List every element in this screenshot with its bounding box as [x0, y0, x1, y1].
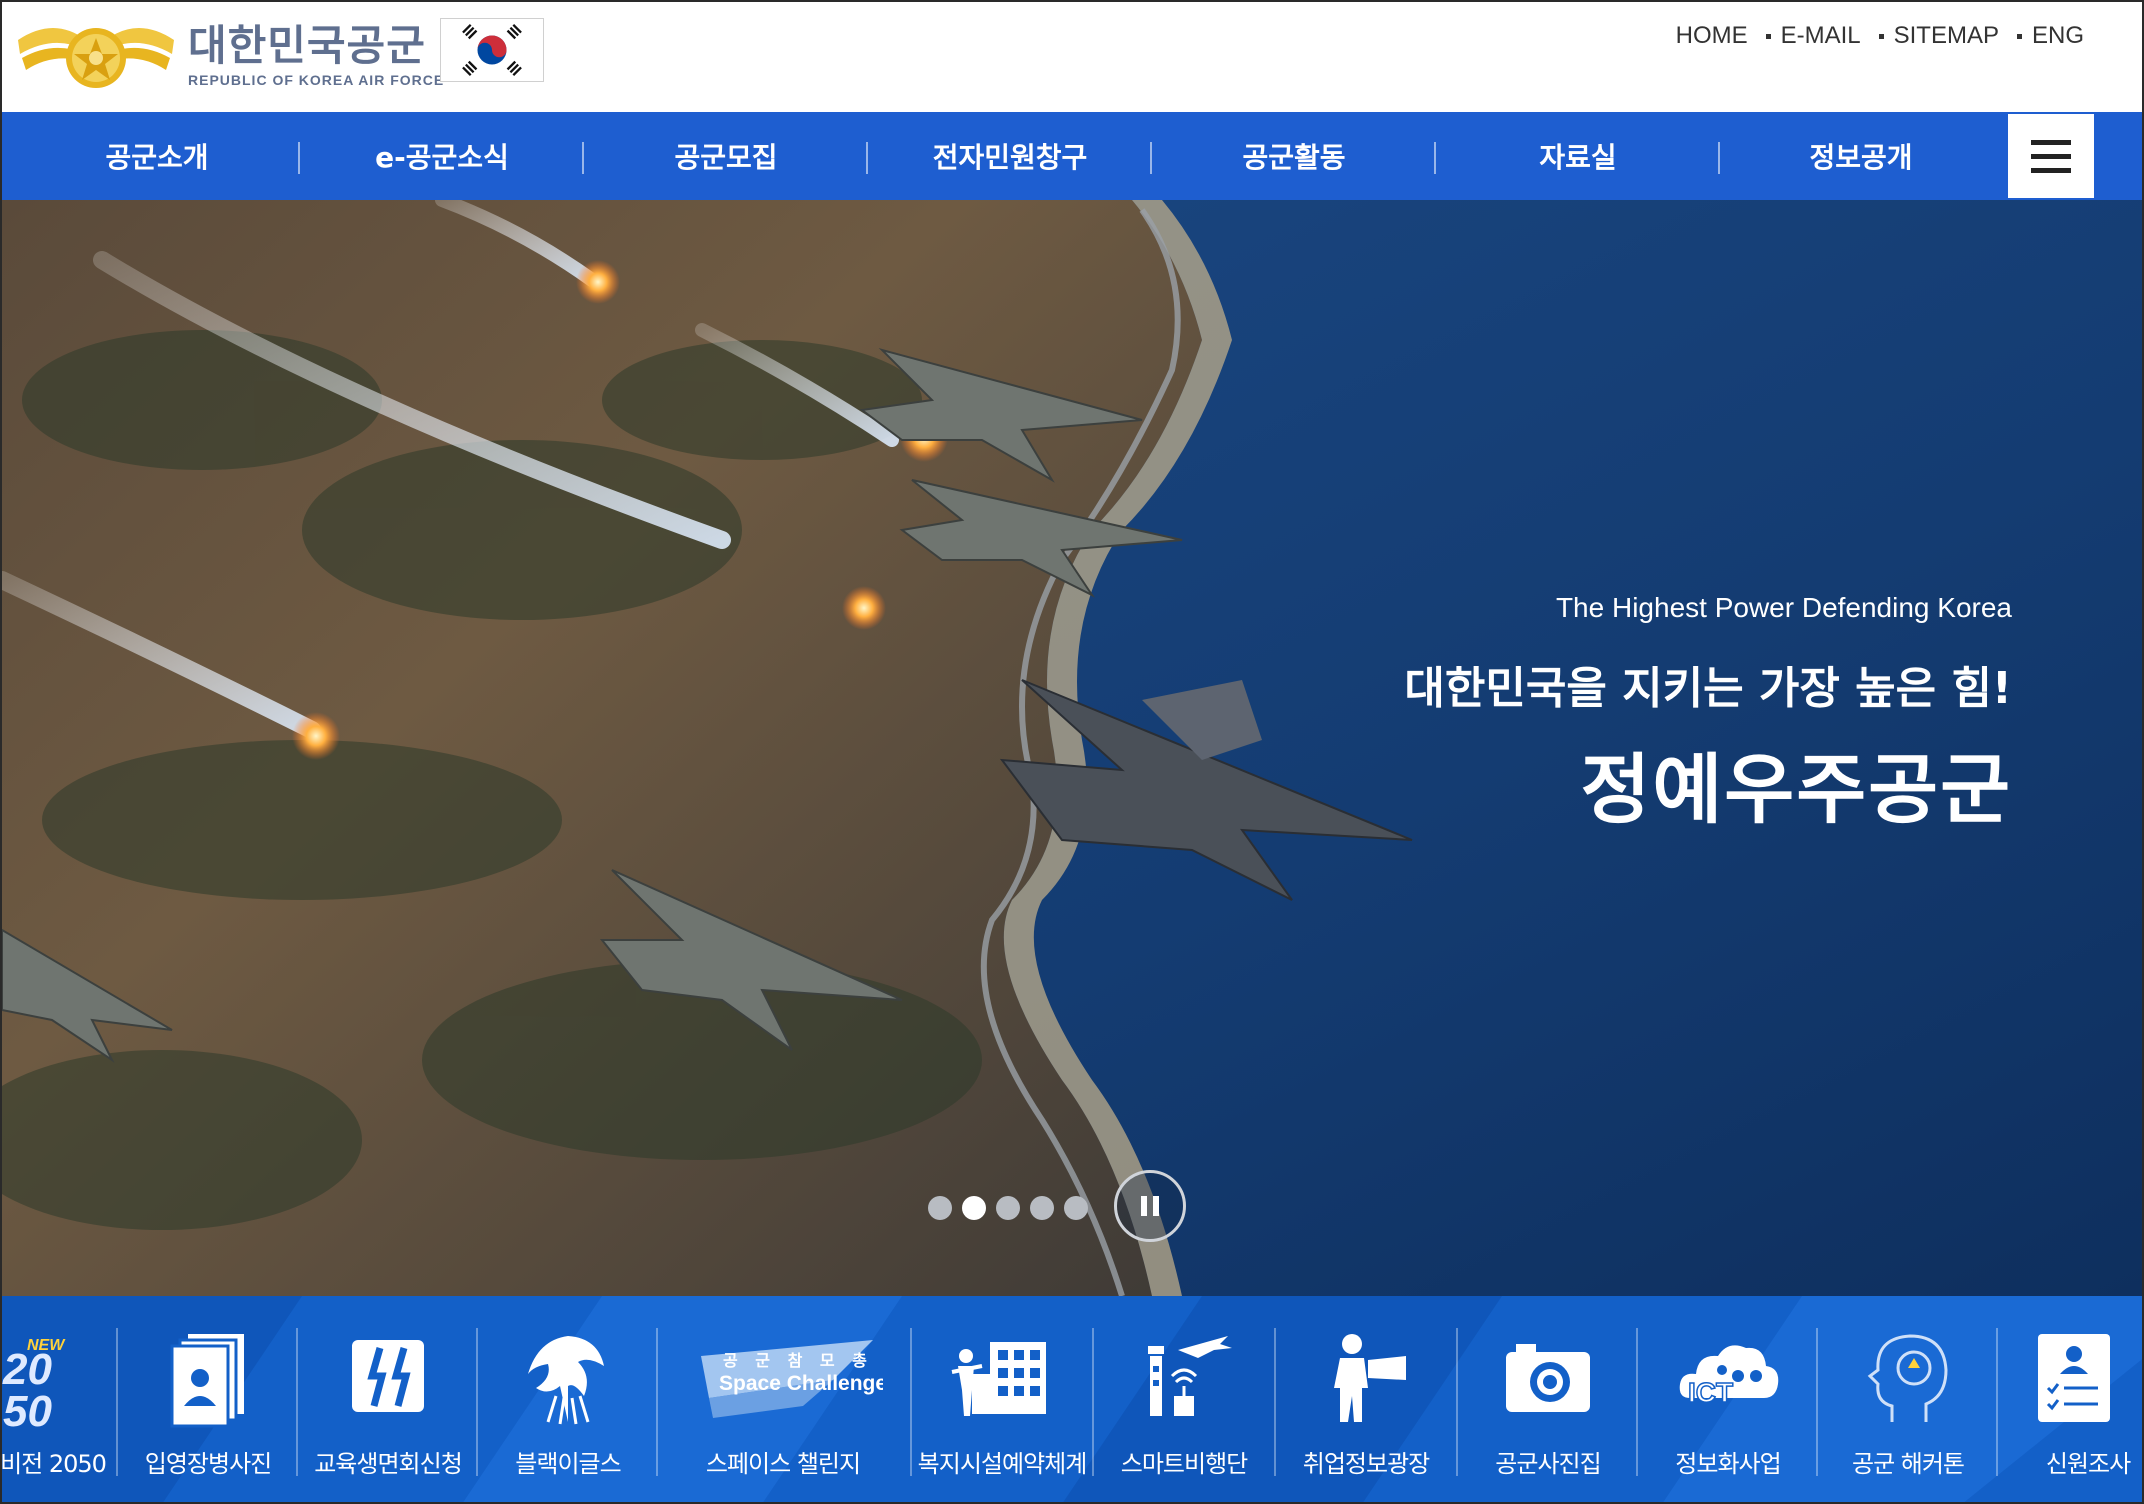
job-info-icon: [1334, 1334, 1406, 1422]
quick-label: 정보화사업: [1675, 1450, 1781, 1478]
separator-square: [1878, 33, 1884, 39]
quick-label: 스페이스 챌린지: [705, 1450, 861, 1478]
separator-square: [1765, 33, 1771, 39]
black-eagles-icon: [528, 1336, 604, 1425]
sitemap-link[interactable]: SITEMAP: [1894, 22, 1999, 50]
vision-number-bottom: 50: [3, 1387, 52, 1430]
hero-title-line2: 정예우주공군: [1580, 745, 2012, 834]
slide-dot-active[interactable]: [962, 1196, 986, 1220]
vision-2050-icon: NEW 20 50: [2, 1337, 66, 1430]
welfare-facility-icon: [951, 1342, 1046, 1416]
quick-item-informatization[interactable]: ICT 정보화사업: [1638, 1326, 1818, 1494]
quick-label: 취업정보광장: [1302, 1450, 1430, 1478]
space-challenge-icon: 공 군 참 모 총 장 배 Space Challenge: [701, 1340, 883, 1418]
nav-item-archive[interactable]: 자료실: [1436, 112, 1720, 200]
slide-dot[interactable]: [1064, 1196, 1088, 1220]
nav-item-about[interactable]: 공군소개: [12, 112, 302, 200]
slide-indicators: [928, 1196, 1088, 1220]
quick-item-visit-request[interactable]: 교육생면회신청: [298, 1326, 478, 1494]
separator-square: [2016, 33, 2022, 39]
hero-title-line1: 대한민국을 지키는 가장 높은 힘!: [1404, 663, 2012, 714]
nav-item-disclosure[interactable]: 정보공개: [1720, 112, 2002, 200]
ict-cloud-icon: ICT: [1679, 1345, 1779, 1409]
quick-item-photo-book[interactable]: 공군사진집: [1458, 1326, 1638, 1494]
slide-dot[interactable]: [1030, 1196, 1054, 1220]
brand-name-korean: 대한민국공군: [188, 21, 426, 70]
hamburger-menu-icon: [2031, 139, 2071, 145]
air-force-emblem-logo[interactable]: [14, 10, 178, 98]
quick-label: 교육생면회신청: [314, 1450, 463, 1478]
korean-flag-icon: [440, 18, 544, 82]
soldier-photo-icon: [170, 1334, 244, 1428]
quick-item-vision-2050[interactable]: NEW 20 50 비전 2050: [0, 1326, 118, 1494]
brand-title[interactable]: 대한민국공군 REPUBLIC OF KOREA AIR FORCE: [188, 21, 445, 89]
hero-slider: The Highest Power Defending Korea 대한민국을 …: [0, 200, 2144, 1296]
brand-name-english: REPUBLIC OF KOREA AIR FORCE: [188, 72, 445, 88]
quick-item-space-challenge[interactable]: 공 군 참 모 총 장 배 Space Challenge 스페이스 챌린지: [658, 1326, 908, 1494]
quick-item-black-eagles[interactable]: 블랙이글스: [478, 1326, 658, 1494]
quick-label: 스마트비행단: [1120, 1450, 1248, 1478]
email-link[interactable]: E-MAIL: [1781, 22, 1861, 50]
quick-label: 공군 해커톤: [1851, 1450, 1965, 1478]
ict-text: ICT: [1688, 1377, 1733, 1408]
quick-item-soldier-photo[interactable]: 입영장병사진: [118, 1326, 298, 1494]
hamburger-menu-button[interactable]: [2008, 114, 2094, 198]
quick-label: 블랙이글스: [515, 1450, 621, 1478]
pause-icon: [1141, 1196, 1147, 1216]
utility-links: HOME E-MAIL SITEMAP ENG: [1676, 22, 2084, 50]
quick-item-job-info[interactable]: 취업정보광장: [1276, 1326, 1456, 1494]
camera-icon: [1506, 1344, 1590, 1412]
space-banner-bottom-text: Space Challenge: [719, 1372, 883, 1395]
quick-item-welfare-facility[interactable]: 복지시설예약체계: [912, 1326, 1092, 1494]
english-link[interactable]: ENG: [2032, 22, 2084, 50]
home-link[interactable]: HOME: [1676, 22, 1748, 50]
quick-label: 비전 2050: [0, 1450, 107, 1478]
slide-dot[interactable]: [928, 1196, 952, 1220]
quick-item-smart-wing[interactable]: 스마트비행단: [1094, 1326, 1274, 1494]
nav-item-civil-service[interactable]: 전자민원창구: [868, 112, 1152, 200]
quick-label: 공군사진집: [1495, 1450, 1601, 1478]
identity-check-icon: [2038, 1334, 2110, 1422]
quick-item-hackathon[interactable]: 공군 해커톤: [1818, 1326, 1998, 1494]
nav-item-recruit[interactable]: 공군모집: [584, 112, 868, 200]
slide-dot[interactable]: [996, 1196, 1020, 1220]
slider-pause-button[interactable]: [1114, 1170, 1186, 1242]
quick-label: 복지시설예약체계: [917, 1450, 1088, 1478]
space-banner-top-text: 공 군 참 모 총 장 배: [723, 1351, 883, 1370]
hero-subtitle: The Highest Power Defending Korea: [1555, 592, 2012, 623]
smart-wing-icon: [1148, 1336, 1232, 1416]
quick-item-identity-check[interactable]: 신원조사: [1998, 1326, 2142, 1494]
hackathon-head-icon: [1867, 1334, 1948, 1422]
quick-label: 신원조사: [2045, 1450, 2131, 1478]
main-navigation: 공군소개 e-공군소식 공군모집 전자민원창구 공군활동 자료실 정보공개: [0, 112, 2144, 200]
quick-label: 입영장병사진: [144, 1450, 272, 1478]
visit-request-icon: [352, 1340, 424, 1412]
nav-item-activities[interactable]: 공군활동: [1152, 112, 1436, 200]
nav-item-news[interactable]: e-공군소식: [300, 112, 584, 200]
site-header: 대한민국공군 REPUBLIC OF KOREA AIR FORCE HOME …: [0, 0, 2144, 112]
quick-menu-bar: NEW 20 50 비전 2050 입영장병사진 교육생면회신청 블랙이글스 공…: [0, 1296, 2144, 1504]
